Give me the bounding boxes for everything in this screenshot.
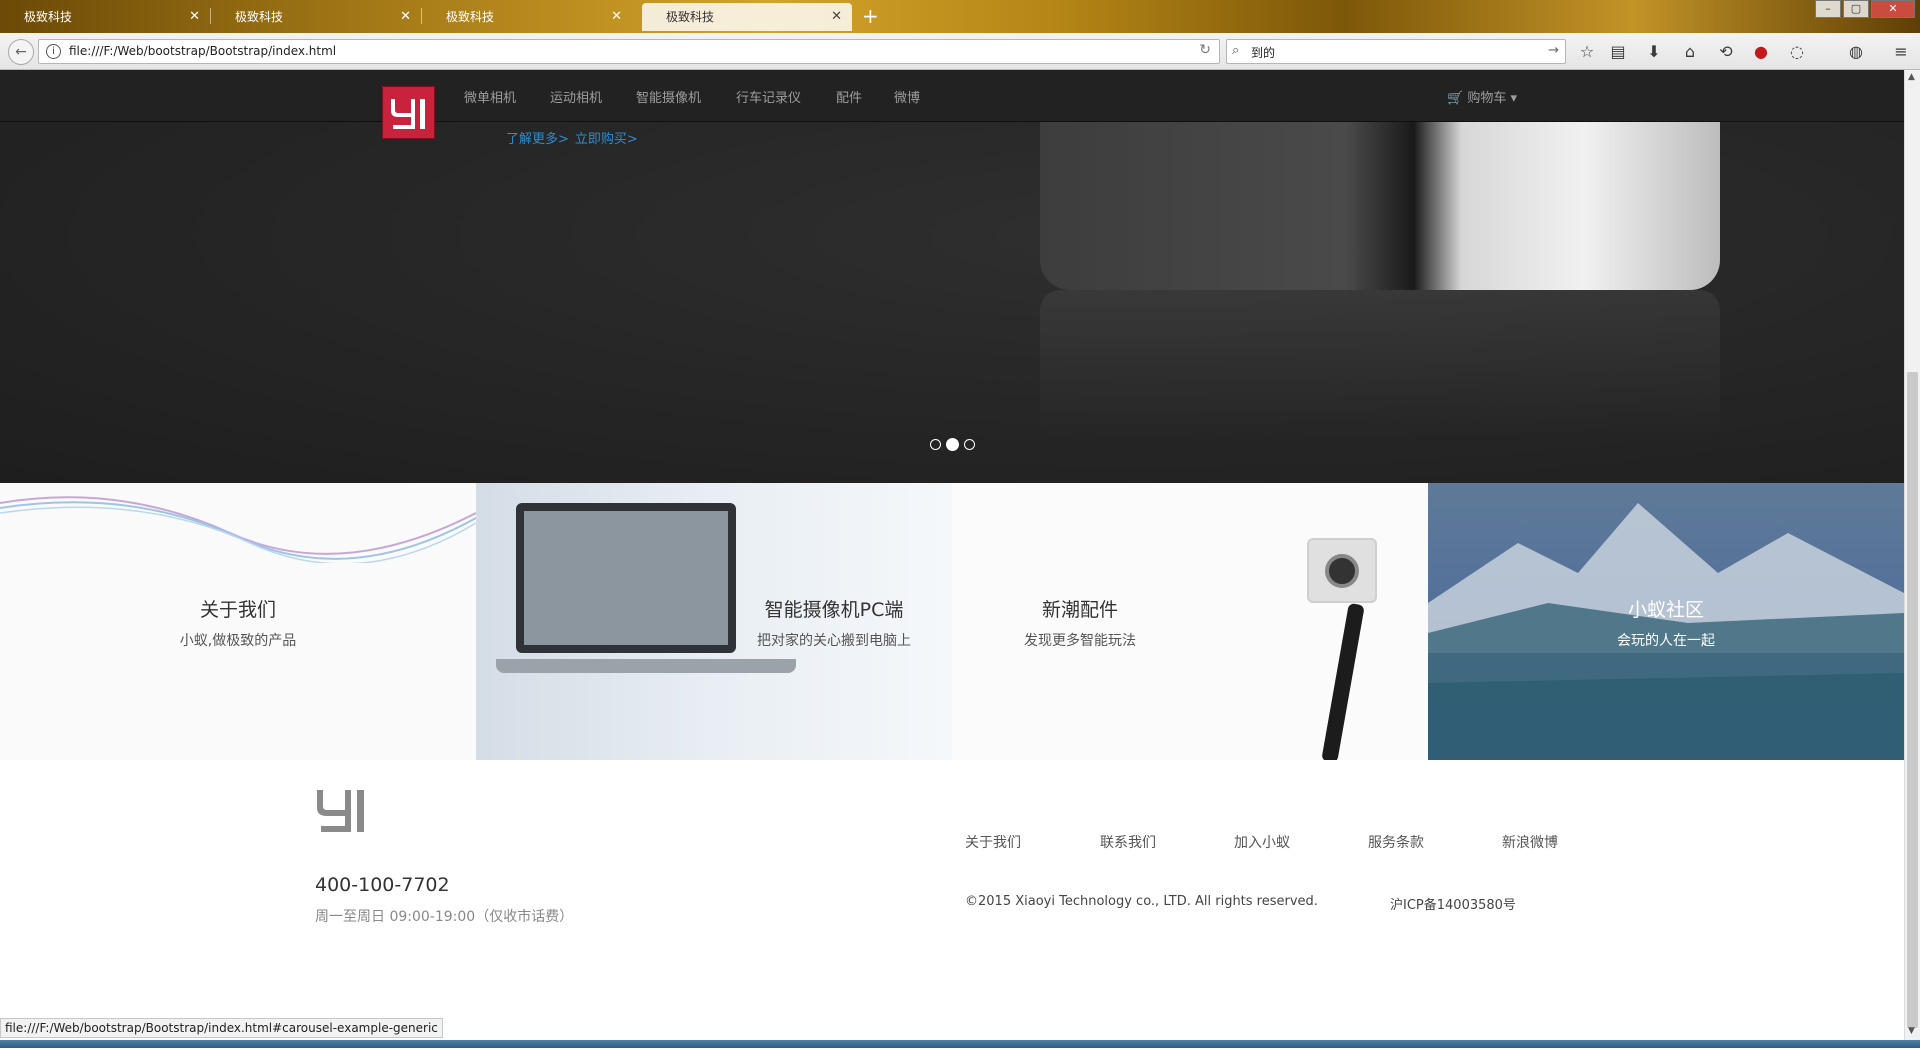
feature-subtitle: 发现更多智能玩法 (1024, 633, 1136, 649)
star-icon[interactable]: ☆ (1576, 41, 1598, 63)
browser-tab-active[interactable]: 极致科技 ✕ (642, 3, 852, 31)
cart-label: 购物车 (1467, 91, 1507, 106)
addon-icon[interactable]: ◌ (1786, 41, 1808, 63)
back-icon[interactable]: ← (8, 39, 34, 65)
footer: 400-100-7702 周一至周日 09:00-19:00（仅收市话费） 关于… (0, 760, 1904, 1020)
nav-item-dashcam[interactable]: 行车记录仪 (736, 87, 801, 106)
wave-decoration (0, 496, 476, 563)
feature-title: 新潮配件 (1041, 599, 1118, 621)
nav-item-smart-camera[interactable]: 智能摄像机 (636, 87, 701, 106)
tab-title: 极致科技 (666, 10, 715, 24)
browser-navbar: ← i file:///F:/Web/bootstrap/Bootstrap/i… (0, 33, 1920, 70)
footer-link-contact[interactable]: 联系我们 (1100, 832, 1156, 852)
action-camera-image (1307, 538, 1377, 603)
feature-tile-accessories[interactable]: 新潮配件 发现更多智能玩法 (952, 483, 1428, 760)
reload-icon[interactable]: ↻ (1199, 42, 1211, 58)
menu-icon[interactable]: ≡ (1890, 41, 1912, 63)
feature-title: 关于我们 (199, 599, 276, 621)
close-icon[interactable]: ✕ (189, 3, 200, 31)
scroll-thumb[interactable] (1907, 372, 1918, 1028)
footer-link-terms[interactable]: 服务条款 (1368, 832, 1424, 852)
browser-tab[interactable]: 极致科技 ✕ (0, 3, 210, 31)
tab-title: 极致科技 (24, 10, 73, 24)
nav-item-weibo[interactable]: 微博 (894, 87, 920, 106)
footer-link-weibo[interactable]: 新浪微博 (1502, 832, 1558, 852)
footer-link-about[interactable]: 关于我们 (965, 832, 1021, 852)
feature-title: 智能摄像机PC端 (764, 599, 904, 621)
download-icon[interactable]: ⬇ (1643, 41, 1665, 63)
url-bar[interactable]: i file:///F:/Web/bootstrap/Bootstrap/ind… (38, 39, 1220, 64)
carousel-indicator[interactable] (964, 439, 975, 450)
browser-chrome: 极致科技 ✕ 极致科技 ✕ 极致科技 ✕ 极致科技 ✕ + – ▢ ✕ ← i … (0, 0, 1920, 70)
icp-number: 沪ICP备14003580号 (1390, 898, 1516, 913)
carousel[interactable]: 了解更多> 立即购买> (0, 70, 1904, 483)
browser-tab[interactable]: 极致科技 ✕ (211, 3, 421, 31)
feature-tile-community[interactable]: 小蚁社区 会玩的人在一起 (1428, 483, 1904, 760)
site-navbar: 微单相机 运动相机 智能摄像机 行车记录仪 配件 微博 🛒 购物车 ▾ (0, 70, 1904, 139)
search-go-icon[interactable]: → (1548, 43, 1559, 58)
caret-down-icon: ▾ (1510, 91, 1518, 106)
nav-item-accessories[interactable]: 配件 (836, 87, 862, 106)
cart-icon: 🛒 (1447, 91, 1464, 106)
nav-item-action-camera[interactable]: 运动相机 (550, 87, 602, 106)
buy-now-link[interactable]: 立即购买> (575, 132, 638, 147)
footer-link-join[interactable]: 加入小蚁 (1234, 832, 1290, 852)
browser-tab[interactable]: 极致科技 ✕ (422, 3, 632, 31)
copyright-text: ©2015 Xiaoyi Technology co., LTD. All ri… (965, 894, 1318, 909)
palette-icon[interactable]: ◍ (1845, 41, 1867, 63)
carousel-indicator-active[interactable] (946, 438, 959, 451)
adblock-icon[interactable]: ● (1750, 41, 1772, 63)
reading-list-icon[interactable]: ▤ (1607, 41, 1629, 63)
search-bar[interactable]: ⌕ 到的 → (1226, 39, 1566, 64)
feature-tile-about[interactable]: 关于我们 小蚁,做极致的产品 (0, 483, 476, 760)
new-tab-button[interactable]: + (862, 4, 879, 28)
close-icon[interactable]: ✕ (400, 3, 411, 31)
url-text[interactable]: file:///F:/Web/bootstrap/Bootstrap/index… (69, 44, 336, 58)
yi-logo[interactable] (382, 86, 435, 139)
scroll-up-icon[interactable]: ▲ (1908, 72, 1915, 82)
support-hours: 周一至周日 09:00-19:00（仅收市话费） (315, 909, 574, 925)
page-viewport: 了解更多> 立即购买> 微单相机 运动相机 智能摄像机 行车记录仪 配件 微博 🛒… (0, 70, 1904, 1020)
close-icon[interactable]: ✕ (611, 3, 622, 31)
carousel-indicator[interactable] (930, 439, 941, 450)
scroll-down-icon[interactable]: ▼ (1908, 1026, 1915, 1036)
cart-dropdown[interactable]: 🛒 购物车 ▾ (1447, 87, 1517, 106)
nav-item-mirrorless[interactable]: 微单相机 (464, 87, 516, 106)
feature-tile-pc[interactable]: 智能摄像机PC端 把对家的关心搬到电脑上 (476, 483, 952, 760)
tab-strip: 极致科技 ✕ 极致科技 ✕ 极致科技 ✕ 极致科技 ✕ + – ▢ ✕ (0, 0, 1920, 31)
carousel-links: 了解更多> 立即购买> (506, 128, 644, 147)
selfie-stick-image (1321, 602, 1365, 760)
yi-logo-footer[interactable] (315, 788, 375, 838)
close-icon[interactable]: ✕ (831, 3, 842, 31)
status-bar: file:///F:/Web/bootstrap/Bootstrap/index… (0, 1018, 443, 1038)
feature-subtitle: 小蚁,做极致的产品 (179, 633, 297, 649)
close-window-button[interactable]: ✕ (1871, 0, 1915, 18)
search-input[interactable]: 到的 (1251, 44, 1275, 61)
chat-icon[interactable]: ⟲ (1715, 41, 1737, 63)
tab-title: 极致科技 (235, 10, 284, 24)
tab-title: 极致科技 (446, 10, 495, 24)
feature-tiles: 关于我们 小蚁,做极致的产品 智能摄像机PC端 把对家的关心搬到电脑上 新潮配件… (0, 483, 1904, 760)
info-icon[interactable]: i (46, 44, 61, 59)
search-icon: ⌕ (1232, 43, 1240, 58)
page-scrollbar[interactable]: ▲ ▼ (1904, 70, 1920, 1040)
support-phone: 400-100-7702 (315, 874, 450, 896)
feature-subtitle: 会玩的人在一起 (1617, 633, 1715, 649)
camera-reflection (1040, 290, 1720, 440)
windows-taskbar (0, 1040, 1920, 1048)
laptop-base (496, 659, 796, 673)
carousel-indicators (930, 434, 980, 451)
maximize-button[interactable]: ▢ (1843, 0, 1869, 18)
feature-subtitle: 把对家的关心搬到电脑上 (757, 633, 911, 649)
feature-title: 小蚁社区 (1627, 599, 1704, 621)
home-icon[interactable]: ⌂ (1679, 41, 1701, 63)
minimize-button[interactable]: – (1815, 0, 1841, 18)
learn-more-link[interactable]: 了解更多> (506, 132, 569, 147)
